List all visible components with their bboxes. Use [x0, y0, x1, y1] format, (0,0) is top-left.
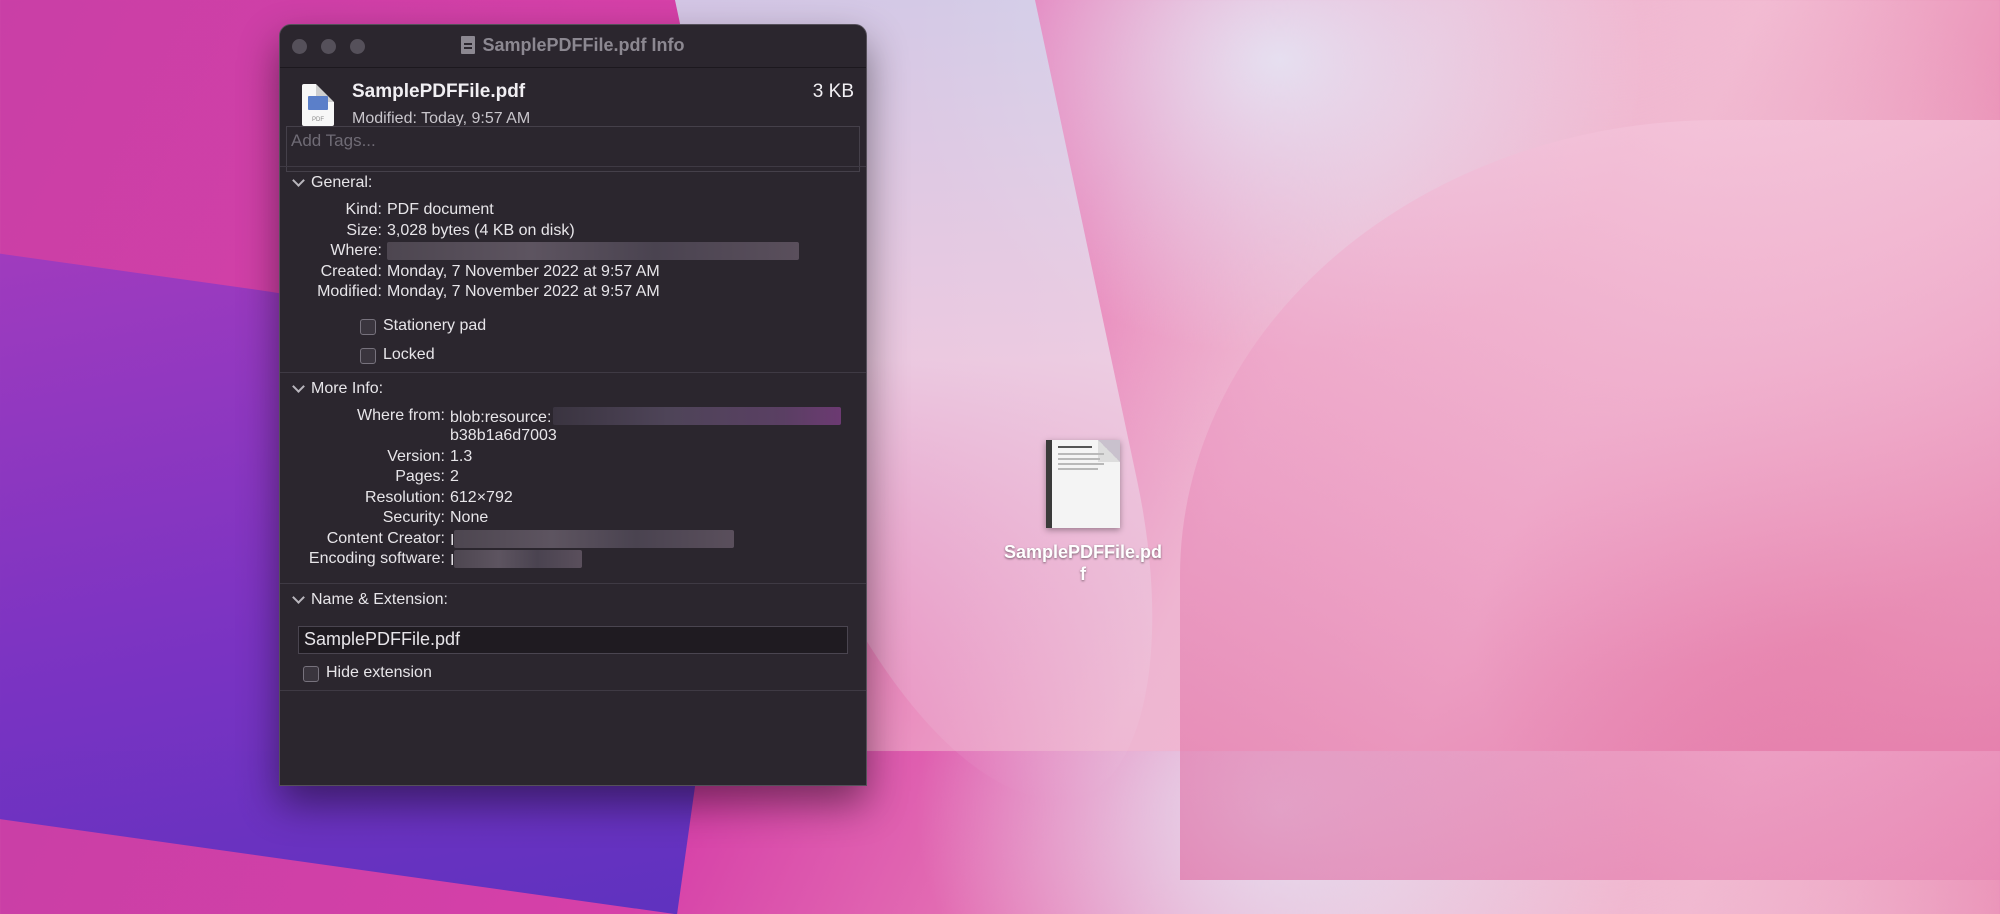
section-heading: General: — [311, 174, 373, 191]
hide-extension-checkbox[interactable] — [303, 665, 319, 682]
window-titlebar[interactable]: SamplePDFFile.pdf Info — [280, 25, 866, 68]
file-size: 3 KB — [812, 81, 854, 102]
file-name: SamplePDFFile.pdf — [352, 81, 526, 102]
redacted-content-creator — [454, 529, 735, 548]
info-row: Modified: Monday, 7 November 2022 at 9:57… — [317, 283, 660, 300]
stationery-pad-checkbox[interactable] — [360, 318, 376, 335]
stationery-pad-option[interactable]: Stationery pad — [280, 314, 866, 343]
info-row: Kind: PDF document — [345, 201, 494, 218]
locked-checkbox[interactable] — [360, 347, 376, 364]
hide-extension-option[interactable]: Hide extension — [280, 661, 866, 690]
wallpaper-shape — [1180, 120, 2000, 880]
chevron-down-icon — [292, 379, 305, 393]
get-info-window[interactable]: SamplePDFFile.pdf Info PDF SamplePDFFile… — [279, 24, 867, 786]
name-extension-disclosure[interactable]: Name & Extension: — [280, 584, 866, 618]
info-row: Pages: 2 — [395, 468, 459, 485]
info-row: Size: 3,028 bytes (4 KB on disk) — [346, 221, 575, 239]
pdf-file-icon: PDF — [302, 84, 334, 126]
info-row: Where: — [283, 242, 866, 263]
general-section: General: Kind: PDF document Size: 3,028 by… — [280, 166, 866, 372]
general-disclosure[interactable]: General: — [280, 167, 866, 201]
file-name-field[interactable]: SamplePDFFile.pdf — [298, 625, 848, 654]
more-info-section: More Info: Where from: blob:resource: b38… — [280, 371, 866, 583]
redacted-path — [387, 242, 799, 260]
info-row: Created: Monday, 7 November 2022 at 9:57 … — [320, 262, 660, 280]
info-row: b38b1a6d7003 — [450, 427, 557, 444]
info-row: Content Creator: I — [280, 529, 866, 551]
more-info-disclosure[interactable]: More Info: — [280, 373, 866, 407]
name-extension-section: Name & Extension: SamplePDFFile.pdf Hide… — [280, 582, 866, 690]
document-icon — [461, 36, 476, 54]
info-row: Security: None — [382, 509, 489, 526]
info-row: Where from: blob:resource: — [280, 406, 866, 428]
redacted-encoding-software — [454, 550, 583, 568]
locked-option[interactable]: Locked — [280, 343, 866, 372]
info-row: Encoding software: I — [280, 550, 866, 571]
info-row: Resolution: 612×792 — [364, 488, 513, 506]
collapsed-section — [280, 689, 866, 731]
file-summary: PDF SamplePDFFile.pdf Modified: Today, 9… — [280, 68, 866, 172]
pdf-thumbnail-icon — [1046, 440, 1120, 528]
info-row: Version: 1.3 — [387, 447, 473, 465]
window-title: SamplePDFFile.pdf Info — [280, 35, 866, 56]
file-icon-label: PDF — [312, 117, 324, 123]
desktop-file-label: SamplePDFFile.pdf — [1003, 542, 1163, 584]
section-heading: Name & Extension: — [311, 590, 448, 608]
section-heading: More Info: — [311, 379, 384, 397]
redacted-url — [553, 406, 842, 425]
chevron-down-icon — [292, 590, 305, 604]
chevron-down-icon — [292, 174, 305, 187]
desktop-file-icon[interactable]: SamplePDFFile.pdf — [1003, 440, 1163, 585]
